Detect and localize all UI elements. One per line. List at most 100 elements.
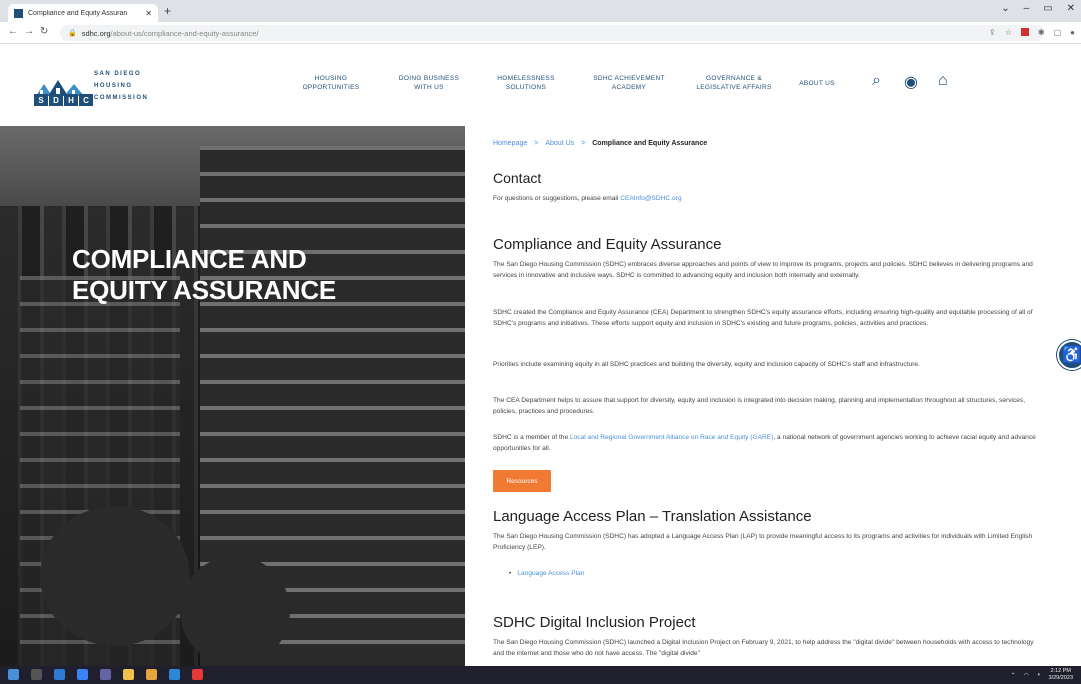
url-input[interactable]: 🔒 sdhc.org/about-us/compliance-and-equit… [60, 25, 1045, 41]
nav-achievement-academy[interactable]: SDHC ACHIEVEMENT ACADEMY [588, 74, 670, 92]
email-link[interactable]: CEAInfo@SDHC.org [620, 195, 681, 202]
sdhc-logo[interactable]: S D H C SAN DIEGO HOUSING COMMISSION [34, 66, 159, 108]
share-icon[interactable]: ⇪ [989, 28, 996, 37]
bookmark-star-icon[interactable]: ☆ [1005, 28, 1012, 37]
favicon-icon [14, 8, 23, 18]
nav-governance[interactable]: GOVERNANCE & LEGISLATIVE AFFAIRS [688, 74, 780, 92]
url-path: /about-us/compliance-and-equity-assuranc… [110, 28, 259, 38]
app-icon[interactable] [77, 669, 88, 680]
nav-label: SOLUTIONS [505, 84, 547, 91]
nav-homelessness-solutions[interactable]: HOMELESSNESS SOLUTIONS [494, 74, 558, 92]
main-content: Homepage > About Us > Compliance and Equ… [493, 126, 1053, 666]
maximize-button[interactable]: ▭ [1043, 3, 1052, 14]
hero-title-line: COMPLIANCE AND [72, 244, 307, 274]
minimize-button[interactable]: – [1024, 3, 1030, 14]
cea-paragraph-3: Priorities include examining equity in a… [493, 361, 920, 368]
breadcrumb-separator: > [534, 140, 539, 147]
logo-line: COMMISSION [94, 95, 149, 101]
extension-bar: ⇪ ☆ ✱ ▢ ● [989, 28, 1075, 37]
hero-tree [180, 556, 290, 666]
nav-label: LEGISLATIVE AFFAIRS [696, 84, 772, 91]
contact-text: For questions or suggestions, please ema… [493, 194, 1053, 205]
contact-text-body: For questions or suggestions, please ema… [493, 195, 621, 202]
clock[interactable]: 2:12 PM 3/29/2023 [1049, 668, 1073, 682]
tab-close-button[interactable]: ✕ [145, 9, 152, 18]
system-tray: ⌃ ◠ ◖ 2:12 PM 3/29/2023 [1011, 668, 1073, 682]
profile-icon[interactable]: ● [1070, 28, 1075, 37]
globe-icon[interactable]: ◉ [904, 72, 918, 92]
nav-housing-opportunities[interactable]: HOUSING OPPORTUNITIES [296, 74, 366, 92]
logo-letter: H [64, 94, 78, 106]
nav-label: HOUSING [314, 75, 348, 82]
cea-heading: Compliance and Equity Assurance [493, 236, 722, 253]
cea-p5-text: SDHC is a member of the [493, 434, 570, 441]
address-bar-row: ← → ↻ 🔒 sdhc.org/about-us/compliance-and… [0, 22, 1081, 44]
hero-title-line: EQUITY ASSURANCE [72, 275, 337, 305]
chevron-up-icon[interactable]: ⌃ [1011, 672, 1016, 679]
dip-text: The San Diego Housing Commission (SDHC) … [493, 639, 1034, 657]
logo-letter: C [79, 94, 93, 106]
new-tab-button[interactable]: + [164, 4, 171, 18]
puzzle-icon[interactable]: ✱ [1038, 28, 1045, 37]
logo-letter: S [34, 94, 48, 106]
nav-label: HOMELESSNESS [497, 75, 555, 82]
nav-doing-business[interactable]: DOING BUSINESS WITH US [392, 74, 466, 92]
app-icon[interactable] [192, 669, 203, 680]
nav-label: SDHC ACHIEVEMENT [593, 75, 665, 82]
back-arrow-icon[interactable]: ← [8, 26, 18, 37]
resources-button[interactable]: Resources [493, 470, 551, 492]
breadcrumb-current: Compliance and Equity Assurance [592, 140, 708, 147]
breadcrumb-home[interactable]: Homepage [493, 140, 527, 147]
site-header: S D H C SAN DIEGO HOUSING COMMISSION HOU… [0, 44, 1081, 126]
nav-label: ABOUT US [799, 80, 835, 87]
accessibility-icon[interactable]: ♿ [1057, 340, 1081, 370]
task-view-icon[interactable] [31, 669, 42, 680]
nav-label: ACADEMY [611, 84, 647, 91]
search-icon[interactable]: ⌕ [872, 72, 881, 90]
lock-icon: 🔒 [68, 30, 77, 37]
nav-about-us[interactable]: ABOUT US [794, 79, 840, 88]
reload-icon[interactable]: ↻ [40, 26, 48, 37]
os-taskbar: ⌃ ◠ ◖ 2:12 PM 3/29/2023 [0, 666, 1081, 684]
volume-icon[interactable]: ◖ [1037, 672, 1041, 678]
hero-title: COMPLIANCE AND EQUITY ASSURANCE [72, 244, 336, 306]
nav-label: OPPORTUNITIES [302, 84, 360, 91]
dip-heading: SDHC Digital Inclusion Project [493, 614, 696, 631]
browser-tab[interactable]: Compliance and Equity Assuran ✕ [8, 4, 158, 22]
tab-title: Compliance and Equity Assuran [28, 9, 128, 17]
close-window-button[interactable]: ✕ [1067, 3, 1075, 14]
outlook-icon[interactable] [169, 669, 180, 680]
browser-tab-bar: Compliance and Equity Assuran ✕ + ⌄ – ▭ … [0, 0, 1081, 22]
explorer-icon[interactable] [123, 669, 134, 680]
clock-time: 2:12 PM [1050, 668, 1071, 674]
breadcrumb-about[interactable]: About Us [545, 140, 574, 147]
gare-link[interactable]: Local and Regional Government Alliance o… [570, 434, 773, 441]
edge-icon[interactable] [54, 669, 65, 680]
logo-line: SAN DIEGO [94, 71, 142, 77]
breadcrumb: Homepage > About Us > Compliance and Equ… [493, 140, 707, 147]
hero-banner: COMPLIANCE AND EQUITY ASSURANCE [0, 126, 465, 666]
teams-icon[interactable] [100, 669, 111, 680]
start-icon[interactable] [8, 669, 19, 680]
hero-tree [40, 506, 190, 646]
nav-label: GOVERNANCE & [706, 75, 762, 82]
tab-search-button[interactable]: ⌄ [1001, 3, 1009, 14]
home-icon[interactable]: ⌂ [938, 72, 948, 90]
contact-heading: Contact [493, 170, 542, 186]
language-access-plan-link[interactable]: Language Access Plan [509, 570, 584, 577]
logo-line: HOUSING [94, 83, 133, 89]
wifi-icon[interactable]: ◠ [1024, 672, 1029, 679]
logo-letter: D [49, 94, 63, 106]
forward-arrow-icon[interactable]: → [24, 26, 34, 37]
nav-label: DOING BUSINESS [398, 75, 460, 82]
logo-wordmark: SAN DIEGO HOUSING COMMISSION [94, 68, 148, 104]
breadcrumb-separator: > [581, 140, 586, 147]
cea-paragraph-1: The San Diego Housing Commission (SDHC) … [493, 261, 1033, 279]
chrome-icon[interactable] [146, 669, 157, 680]
nav-label: WITH US [414, 84, 444, 91]
window-controls: ⌄ – ▭ ✕ [1001, 3, 1075, 14]
cea-paragraph-4: The CEA Department helps to assure that … [493, 397, 1026, 415]
sdhc-letters: S D H C [34, 94, 94, 106]
extension-icon[interactable] [1020, 28, 1029, 36]
sidebar-icon[interactable]: ▢ [1054, 28, 1062, 37]
